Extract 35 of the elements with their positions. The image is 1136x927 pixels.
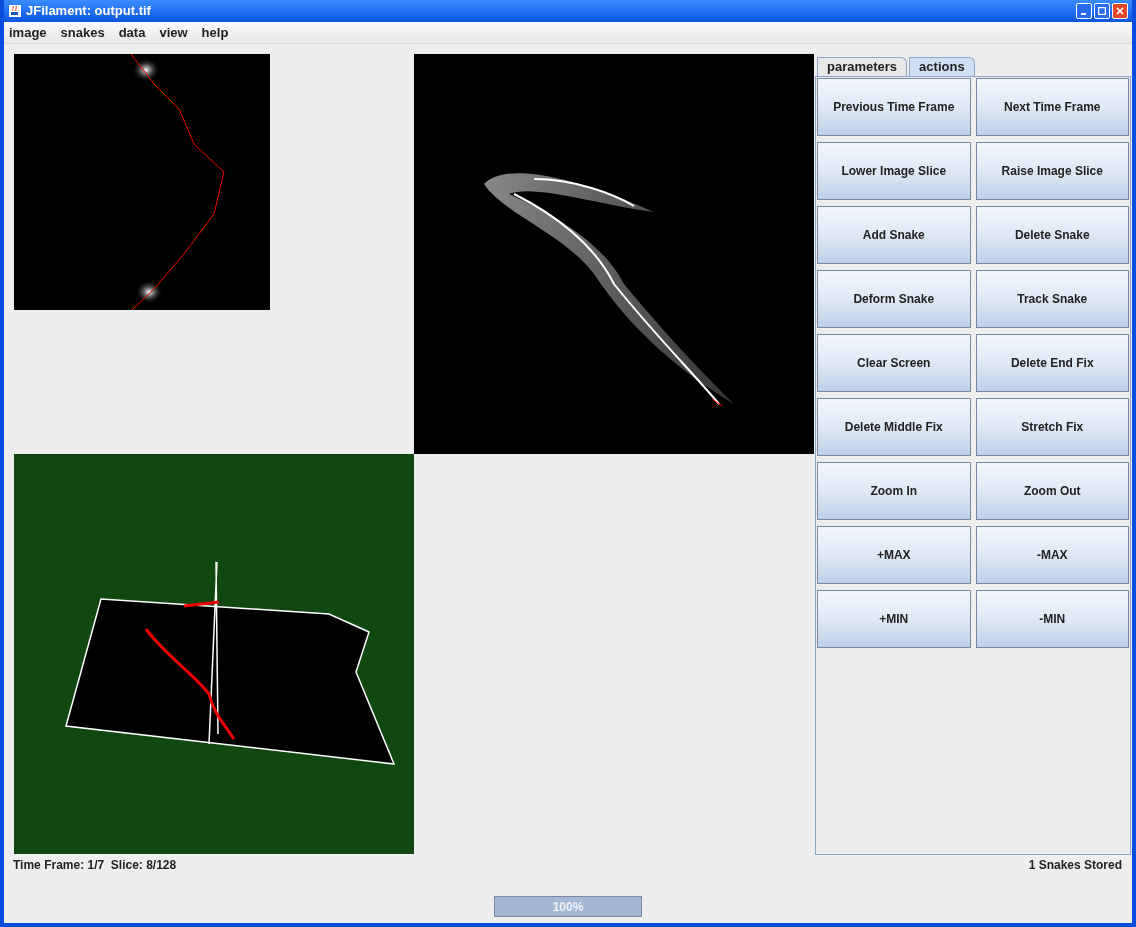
menu-item[interactable]: help	[201, 22, 229, 43]
action-button[interactable]: +MIN	[817, 590, 971, 648]
tab[interactable]: actions	[909, 57, 975, 76]
window-title: JFilament: output.tif	[26, 2, 151, 21]
action-button[interactable]: Next Time Frame	[975, 78, 1129, 136]
maximize-button[interactable]	[1094, 3, 1110, 19]
status-text: Time Frame: 1/7 Slice: 8/128	[13, 857, 177, 874]
progress-label: 100%	[551, 898, 585, 916]
menu-item[interactable]: snakes	[60, 22, 105, 43]
action-button[interactable]: Clear Screen	[817, 334, 971, 392]
action-button[interactable]: Delete Snake	[975, 206, 1129, 264]
action-button[interactable]: -MAX	[975, 526, 1129, 584]
menu-item[interactable]: image	[9, 22, 47, 43]
tab[interactable]: parameters	[817, 57, 908, 76]
action-button[interactable]: Zoom In	[817, 462, 971, 520]
action-button[interactable]: Previous Time Frame	[817, 78, 971, 136]
action-button[interactable]: Zoom Out	[975, 462, 1129, 520]
menu-item[interactable]: data	[118, 22, 146, 43]
close-icon	[1116, 7, 1124, 15]
action-button[interactable]: -MIN	[975, 590, 1129, 648]
action-button[interactable]: Delete Middle Fix	[817, 398, 971, 456]
action-button[interactable]: Raise Image Slice	[975, 142, 1129, 200]
action-button[interactable]: Add Snake	[817, 206, 971, 264]
action-button[interactable]: Stretch Fix	[975, 398, 1129, 456]
action-button[interactable]: +MAX	[817, 526, 971, 584]
action-button[interactable]: Track Snake	[975, 270, 1129, 328]
action-button[interactable]: Deform Snake	[817, 270, 971, 328]
menu-item[interactable]: view	[159, 22, 188, 43]
maximize-icon	[1098, 7, 1106, 15]
action-button[interactable]: Delete End Fix	[975, 334, 1129, 392]
minimize-button[interactable]	[1076, 3, 1092, 19]
snakes-stored-text: 1 Snakes Stored	[1028, 857, 1122, 874]
close-button[interactable]	[1112, 3, 1128, 19]
coffee-cup-icon	[8, 4, 22, 18]
action-button[interactable]: Lower Image Slice	[817, 142, 971, 200]
